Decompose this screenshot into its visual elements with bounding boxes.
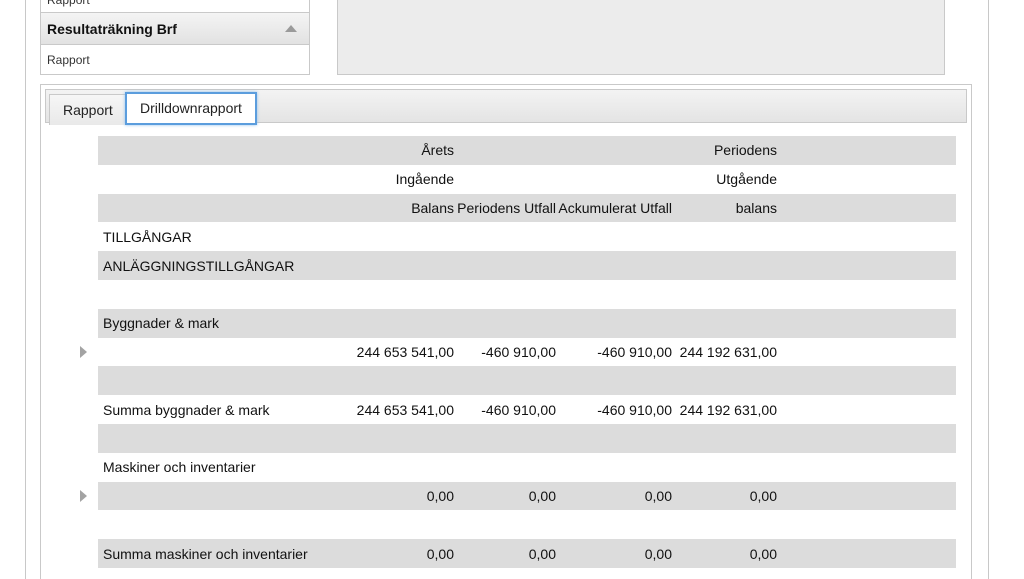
table-row: Summa byggnader & mark 244 653 541,00 -460… [98, 395, 956, 424]
tab-rapport[interactable]: Rapport [49, 94, 127, 125]
accordion-header[interactable]: Resultaträkning Brf [41, 13, 309, 45]
column-header: balans [735, 199, 777, 216]
table-row [98, 510, 956, 539]
table-row: Maskiner och inventarier [98, 453, 956, 482]
accordion-header-label: Resultaträkning Brf [47, 20, 177, 37]
amount-cell: 244 653 541,00 [356, 343, 454, 360]
column-header: Periodens [713, 142, 777, 159]
amount-cell: -460 910,00 [597, 401, 672, 418]
row-label: Maskiner och inventarier [103, 459, 256, 476]
table-row [98, 423, 956, 453]
accordion-item-rapport-top[interactable]: Rapport [41, 0, 309, 13]
amount-cell: -460 910,00 [481, 401, 556, 418]
amount-cell: -460 910,00 [597, 343, 672, 360]
expand-row-icon[interactable] [80, 346, 87, 358]
table-row: TILLGÅNGAR [98, 222, 956, 251]
amount-cell: -460 910,00 [481, 343, 556, 360]
table-row: ANLÄGGNINGSTILLGÅNGAR [98, 251, 956, 280]
amount-cell: 0,00 [749, 545, 777, 562]
row-label: ANLÄGGNINGSTILLGÅNGAR [103, 257, 295, 274]
table-row [98, 366, 956, 396]
expand-row-icon[interactable] [80, 490, 87, 502]
amount-cell: 244 192 631,00 [679, 401, 777, 418]
amount-cell: 244 192 631,00 [679, 343, 777, 360]
preview-panel [337, 0, 945, 75]
amount-cell: 0,00 [644, 545, 672, 562]
table-header-row: Ingående Utgående [98, 165, 956, 194]
table-header-row: Årets Periodens [98, 136, 956, 165]
row-label: Summa maskiner och inventarier [103, 545, 308, 562]
table-row: 0,00 0,00 0,00 0,00 [98, 481, 956, 511]
drilldown-report-table: Årets Periodens Ingående Utgående Balans Peri… [98, 136, 956, 568]
amount-cell: 0,00 [644, 487, 672, 504]
tab-drilldownrapport[interactable]: Drilldownrapport [125, 92, 257, 125]
accordion-item-rapport[interactable]: Rapport [41, 45, 309, 74]
row-label: Summa byggnader & mark [103, 401, 270, 418]
column-header: Periodens Utfall [457, 199, 556, 216]
table-row [98, 280, 956, 309]
amount-cell: 0,00 [528, 545, 556, 562]
report-accordion: Rapport Resultaträkning Brf Rapport [40, 0, 310, 75]
column-header: Utgående [716, 171, 777, 188]
amount-cell: 0,00 [749, 487, 777, 504]
tab-strip: Rapport Drilldownrapport [45, 89, 967, 125]
column-header: Ingående [395, 171, 454, 188]
row-label: Byggnader & mark [103, 315, 219, 332]
amount-cell: 0,00 [426, 487, 454, 504]
row-label: TILLGÅNGAR [103, 228, 192, 245]
column-header: Årets [421, 142, 454, 159]
table-row: Byggnader & mark [98, 308, 956, 338]
amount-cell: 0,00 [426, 545, 454, 562]
table-row: Summa maskiner och inventarier 0,00 0,00 0,… [98, 539, 956, 568]
column-header: Balans [411, 199, 454, 216]
table-row: 244 653 541,00 -460 910,00 -460 910,00 244 … [98, 338, 956, 367]
collapse-arrow-icon[interactable] [285, 25, 297, 32]
amount-cell: 0,00 [528, 487, 556, 504]
table-header-row: Balans Periodens Utfall Ackumulerat Utfall… [98, 193, 956, 223]
column-header: Ackumulerat Utfall [558, 199, 672, 216]
amount-cell: 244 653 541,00 [356, 401, 454, 418]
